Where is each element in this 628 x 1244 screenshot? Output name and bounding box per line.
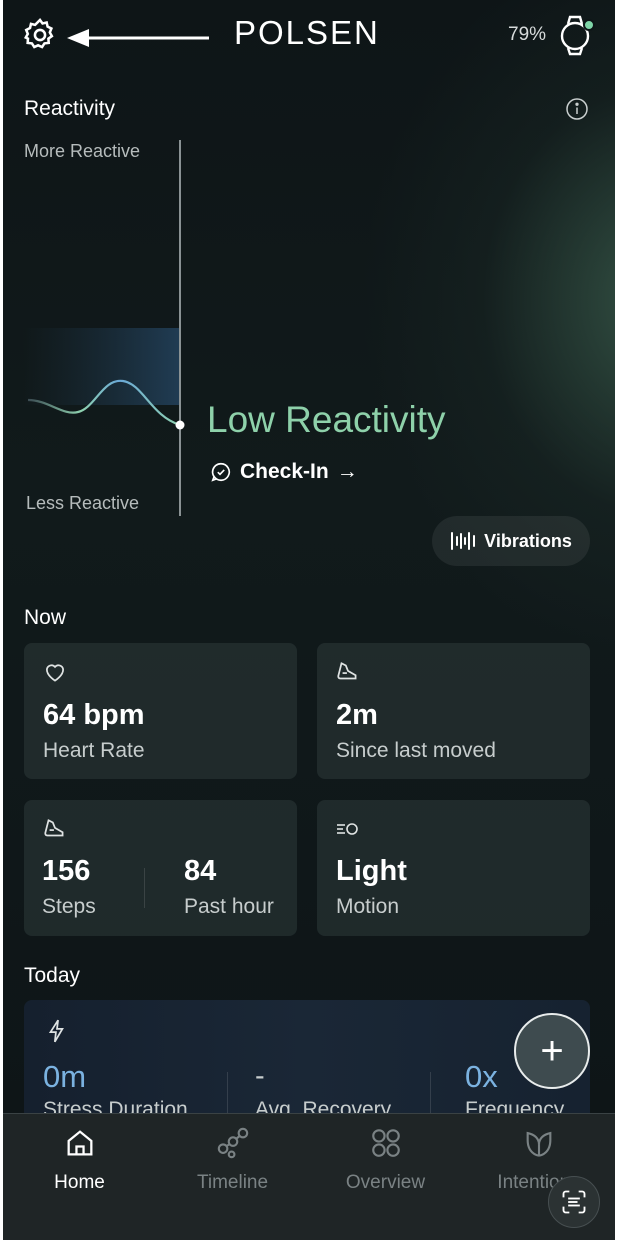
past-hour-value: 84 (184, 855, 217, 887)
arrow-left-icon (67, 29, 209, 47)
scan-icon (562, 1190, 586, 1214)
add-button[interactable]: + (514, 1013, 590, 1089)
checkin-link[interactable]: Check-In → (210, 460, 358, 484)
last-moved-label: Since last moved (336, 739, 496, 762)
bottom-navigation: Home Timeline Overview Intentions (3, 1113, 615, 1240)
last-moved-value: 2m (336, 699, 378, 731)
last-moved-card[interactable]: 2m Since last moved (317, 643, 590, 779)
nav-label-overview: Overview (345, 1172, 426, 1193)
page-margin (615, 0, 628, 1244)
heart-rate-value: 64 bpm (43, 699, 145, 731)
waveform-icon (451, 532, 476, 550)
steps-label: Steps (42, 895, 96, 918)
section-title-today: Today (24, 964, 81, 987)
heart-icon (46, 664, 64, 682)
avg-recovery-value: - (255, 1060, 265, 1092)
frequency-value: 0x (465, 1059, 498, 1094)
stress-duration-value: 0m (43, 1059, 87, 1094)
home-icon (67, 1130, 92, 1156)
info-icon[interactable] (565, 97, 589, 121)
watch-icon[interactable] (556, 14, 596, 56)
leaf-icon (526, 1131, 551, 1157)
vibrations-label: Vibrations (484, 530, 572, 551)
shoe-icon (337, 662, 357, 680)
steps-value: 156 (42, 855, 91, 887)
reactivity-current-point (175, 420, 185, 430)
gear-icon[interactable] (21, 16, 59, 54)
lightning-icon (48, 1019, 64, 1043)
nav-item-timeline[interactable]: Timeline (156, 1114, 309, 1224)
nav-item-home[interactable]: Home (3, 1114, 156, 1224)
nav-item-overview[interactable]: Overview (309, 1114, 462, 1224)
overview-icon (371, 1129, 400, 1157)
nav-label-home: Home (54, 1172, 105, 1193)
chat-check-icon (211, 462, 231, 482)
vibrations-button[interactable]: Vibrations (432, 516, 590, 566)
motion-icon (337, 823, 358, 835)
timeline-icon (217, 1127, 248, 1159)
reactivity-chart (23, 140, 185, 516)
steps-card[interactable]: 156 Steps 84 Past hour (24, 800, 297, 936)
motion-label: Motion (336, 895, 400, 918)
heart-rate-card[interactable]: 64 bpm Heart Rate (24, 643, 297, 779)
motion-value: Light (336, 855, 407, 887)
section-title-reactivity: Reactivity (24, 97, 116, 120)
scan-button[interactable] (548, 1176, 600, 1228)
nav-label-timeline: Timeline (196, 1172, 269, 1193)
arrow-right-icon: → (336, 460, 358, 483)
past-hour-label: Past hour (184, 895, 274, 918)
section-title-now: Now (24, 606, 67, 629)
reactivity-status: Low Reactivity (207, 399, 446, 440)
brand-title: POLSEN (234, 14, 380, 51)
heart-rate-label: Heart Rate (43, 739, 145, 762)
shoe-icon (44, 819, 64, 837)
battery-level: 79% (508, 24, 547, 45)
checkin-label: Check-In (240, 460, 329, 483)
motion-card[interactable]: Light Motion (317, 800, 590, 936)
steps-divider (144, 868, 145, 908)
reactivity-band (23, 328, 180, 405)
app-screen: POLSEN 79% Reactivity More Reactive Less… (3, 0, 615, 1240)
